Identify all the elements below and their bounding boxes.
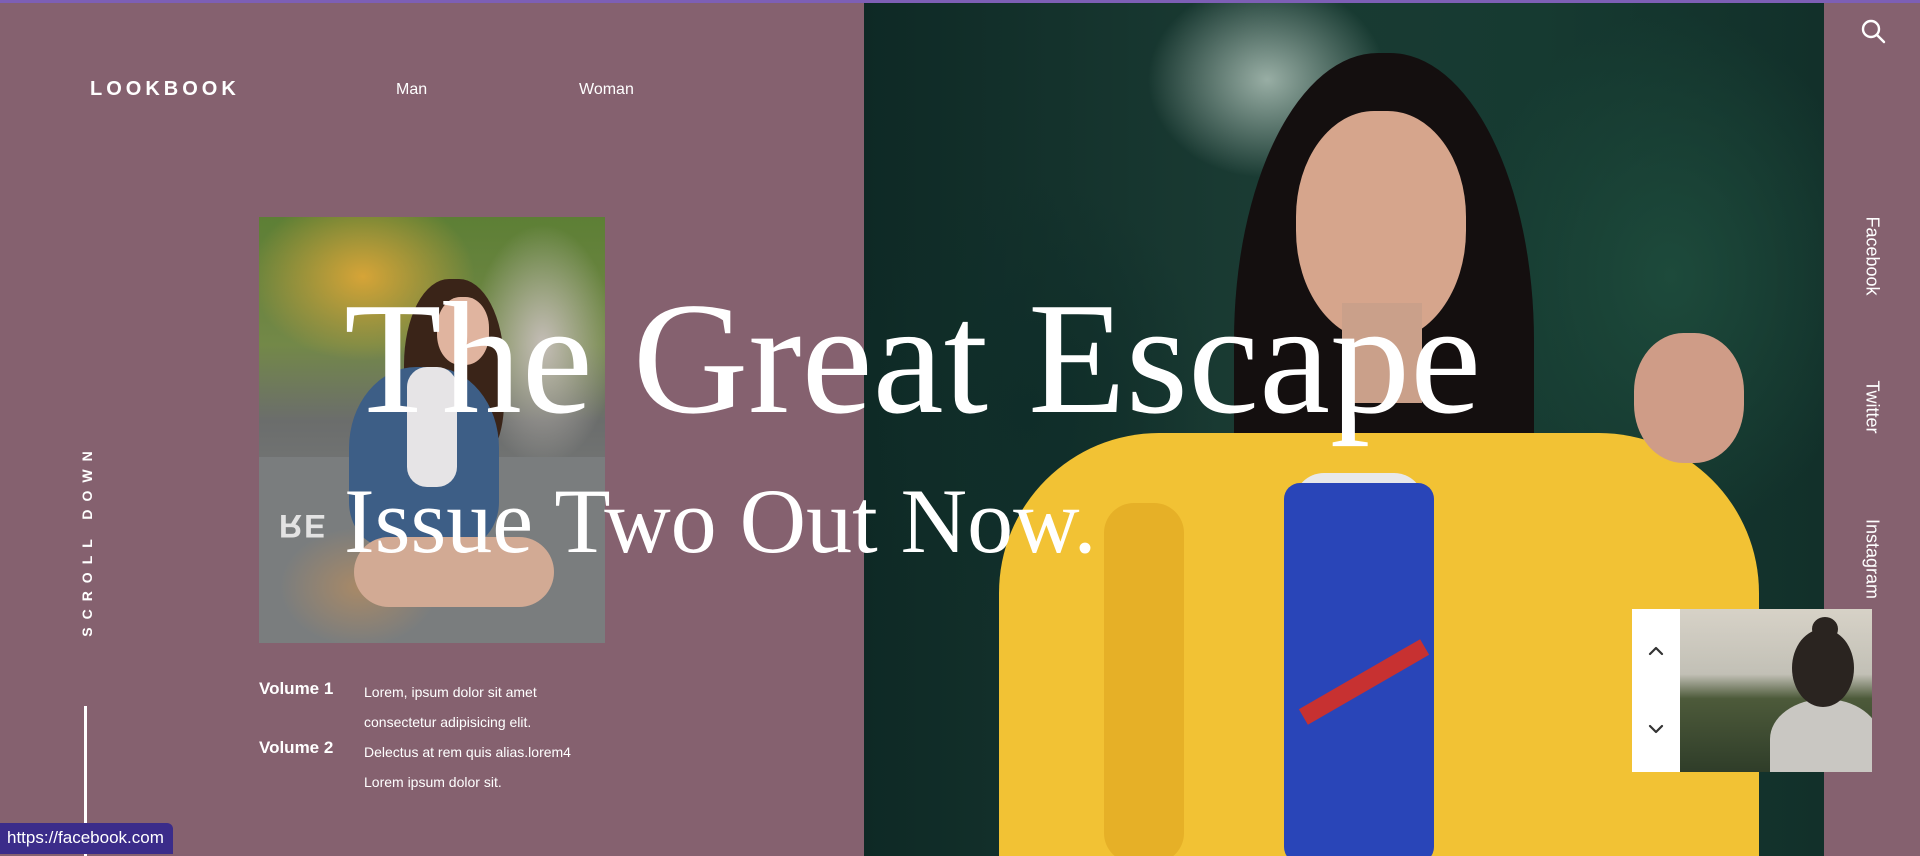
status-bar-url: https://facebook.com <box>0 823 173 854</box>
volume-1-desc-line-1: Lorem, ipsum dolor sit amet <box>364 684 537 700</box>
nav-link-man[interactable]: Man <box>396 81 427 99</box>
hero-title: The Great Escape <box>344 269 1482 447</box>
volume-1-label: Volume 1 <box>259 679 334 698</box>
brand-logo[interactable]: LOOKBOOK <box>90 78 240 101</box>
volume-2-desc-line-1: Delectus at rem quis alias.lorem4 <box>364 744 571 760</box>
slider-thumbnail-image[interactable] <box>1680 609 1872 772</box>
volume-2-label: Volume 2 <box>259 738 334 757</box>
volume-2-desc-line-2: Lorem ipsum dolor sit. <box>364 774 502 790</box>
nav-link-woman[interactable]: Woman <box>579 81 634 99</box>
hero-subtitle: Issue Two Out Now. <box>344 470 1097 572</box>
social-link-instagram[interactable]: Instagram <box>1862 519 1883 599</box>
scroll-down-label: SCROLL DOWN <box>79 443 95 637</box>
chevron-down-icon[interactable] <box>1644 717 1668 741</box>
social-link-twitter[interactable]: Twitter <box>1862 380 1883 433</box>
chevron-up-icon[interactable] <box>1644 639 1668 663</box>
social-link-facebook[interactable]: Facebook <box>1862 216 1883 295</box>
thumbnail-slider <box>1632 609 1872 772</box>
slider-controls <box>1632 609 1680 772</box>
search-icon[interactable] <box>1860 18 1886 44</box>
volume-1-desc-line-2: consectetur adipisicing elit. <box>364 714 532 730</box>
